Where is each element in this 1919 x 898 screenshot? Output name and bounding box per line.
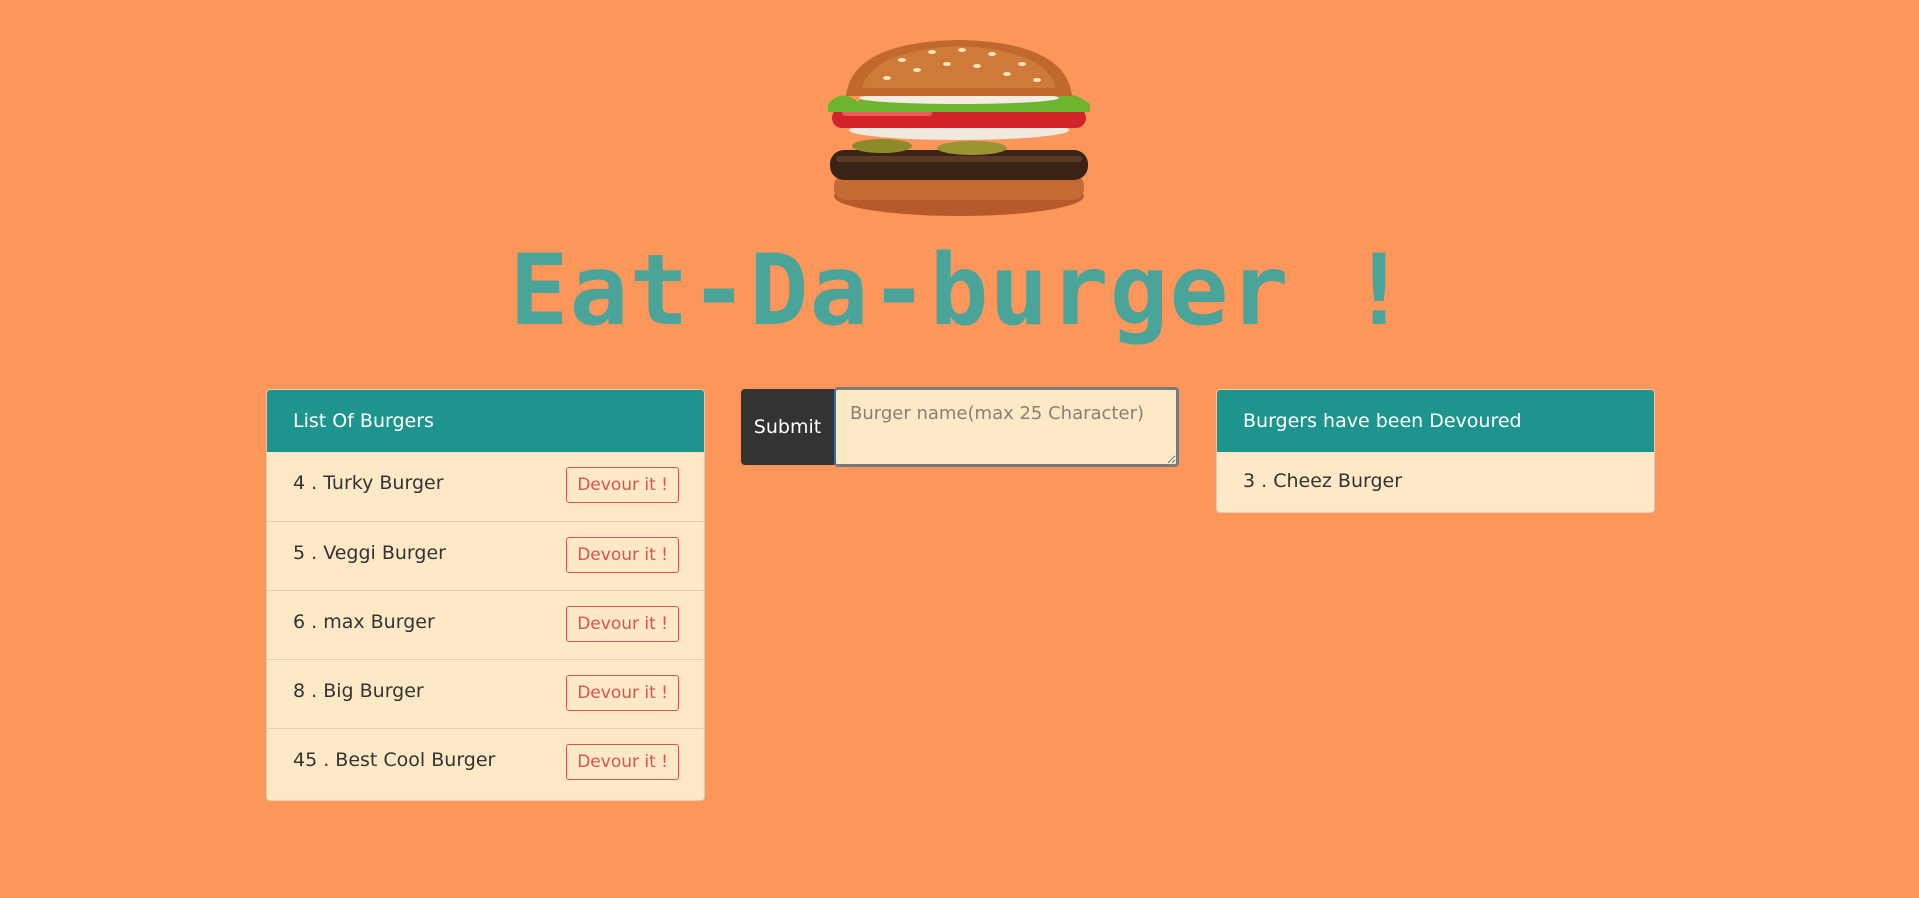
submit-button[interactable]: Submit — [741, 389, 834, 465]
burger-name: 5 . Veggi Burger — [293, 542, 446, 564]
burger-name: 6 . max Burger — [293, 611, 435, 633]
list-item: 4 . Turky Burger Devour it ! — [267, 452, 704, 521]
burger-image — [828, 40, 1090, 216]
devour-button[interactable]: Devour it ! — [566, 675, 679, 711]
burger-name-input[interactable] — [834, 387, 1179, 467]
burger-list-panel: List Of Burgers 4 . Turky Burger Devour … — [266, 389, 705, 801]
devour-button[interactable]: Devour it ! — [566, 537, 679, 573]
list-item: 8 . Big Burger Devour it ! — [267, 659, 704, 728]
devour-button[interactable]: Devour it ! — [566, 467, 679, 503]
burger-name: 8 . Big Burger — [293, 680, 424, 702]
list-item: 45 . Best Cool Burger Devour it ! — [267, 728, 704, 797]
devour-button[interactable]: Devour it ! — [566, 606, 679, 642]
devoured-panel: Burgers have been Devoured 3 . Cheez Bur… — [1216, 389, 1655, 513]
devoured-heading: Burgers have been Devoured — [1217, 390, 1654, 452]
burger-name: 45 . Best Cool Burger — [293, 749, 496, 771]
hero: Eat-Da-burger ! — [0, 0, 1919, 370]
burger-list-heading: List Of Burgers — [267, 390, 704, 452]
list-item: 6 . max Burger Devour it ! — [267, 590, 704, 659]
devour-button[interactable]: Devour it ! — [566, 744, 679, 780]
page-title: Eat-Da-burger ! — [509, 234, 1410, 348]
burger-list: 4 . Turky Burger Devour it ! 5 . Veggi B… — [267, 452, 704, 797]
burger-name: 4 . Turky Burger — [293, 472, 444, 494]
list-item: 5 . Veggi Burger Devour it ! — [267, 521, 704, 590]
devoured-item: 3 . Cheez Burger — [1243, 470, 1403, 492]
